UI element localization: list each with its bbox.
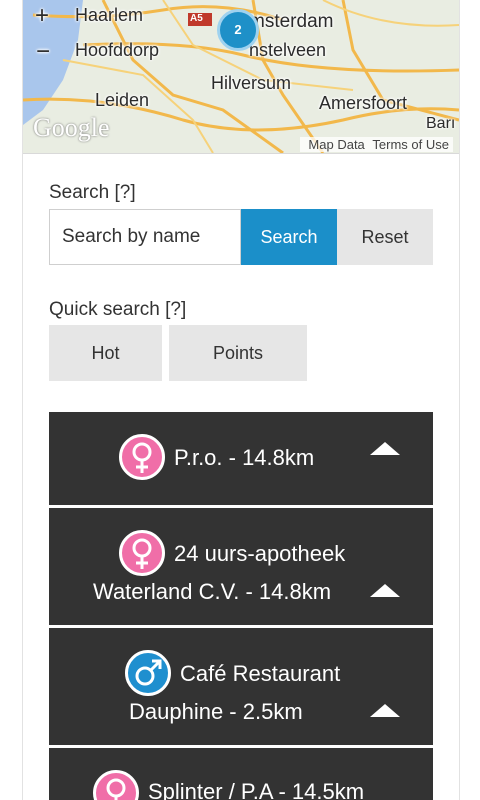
city-label: msterdam bbox=[249, 11, 334, 32]
quick-search-hot-button[interactable]: Hot bbox=[49, 325, 162, 381]
city-label: Hoofddorp bbox=[75, 40, 160, 60]
city-label: Haarlem bbox=[75, 5, 144, 25]
male-icon bbox=[125, 650, 171, 696]
female-icon bbox=[93, 770, 139, 800]
city-label: Amersfoort bbox=[319, 93, 408, 113]
reset-button[interactable]: Reset bbox=[337, 209, 433, 265]
result-title: 24 uurs-apotheek bbox=[174, 541, 346, 566]
google-logo: Google bbox=[33, 113, 110, 142]
female-icon bbox=[119, 530, 165, 576]
terms-of-use-link[interactable]: Terms of Use bbox=[372, 137, 449, 152]
collapse-arrow-icon[interactable] bbox=[370, 584, 400, 597]
quick-search-label: Quick search [?] bbox=[49, 299, 187, 320]
zoom-in-control[interactable]: + bbox=[35, 2, 49, 30]
result-item[interactable]: 24 uurs-apotheek Waterland C.V. - 14.8km bbox=[49, 508, 433, 628]
result-title: P.r.o. - 14.8km bbox=[174, 445, 315, 470]
city-label: nstelveen bbox=[249, 40, 327, 60]
result-subtitle: Dauphine - 2.5km bbox=[129, 699, 303, 724]
search-label: Search [?] bbox=[49, 182, 136, 203]
map-attribution: Map Data Terms of Use bbox=[300, 137, 453, 152]
result-item[interactable]: Splinter / P.A - 14.5km bbox=[49, 748, 433, 800]
female-icon bbox=[119, 434, 165, 480]
result-item[interactable]: P.r.o. - 14.8km bbox=[49, 412, 433, 508]
collapse-arrow-icon[interactable] bbox=[370, 442, 400, 455]
city-label: Hilversum bbox=[211, 73, 292, 93]
map-view[interactable]: + − Haarlem msterdam Hoofddorp nstelveen… bbox=[23, 0, 459, 154]
search-input[interactable] bbox=[49, 209, 241, 265]
map-cluster-marker[interactable]: 2 bbox=[217, 9, 259, 51]
result-subtitle: Waterland C.V. - 14.8km bbox=[93, 579, 332, 604]
quick-search-points-button[interactable]: Points bbox=[169, 325, 307, 381]
zoom-out-control[interactable]: − bbox=[36, 38, 50, 66]
city-label: Leiden bbox=[95, 90, 150, 110]
result-title: Splinter / P.A - 14.5km bbox=[148, 779, 365, 800]
collapse-arrow-icon[interactable] bbox=[370, 704, 400, 717]
search-button[interactable]: Search bbox=[241, 209, 337, 265]
road-sign: A5 bbox=[190, 13, 203, 24]
app-frame: + − Haarlem msterdam Hoofddorp nstelveen… bbox=[22, 0, 460, 800]
map-data-link[interactable]: Map Data bbox=[308, 137, 364, 152]
result-item[interactable]: Café Restaurant Dauphine - 2.5km bbox=[49, 628, 433, 748]
search-row: Search Reset bbox=[49, 209, 433, 265]
result-title: Café Restaurant bbox=[180, 661, 341, 686]
city-label: Barı bbox=[426, 115, 456, 132]
